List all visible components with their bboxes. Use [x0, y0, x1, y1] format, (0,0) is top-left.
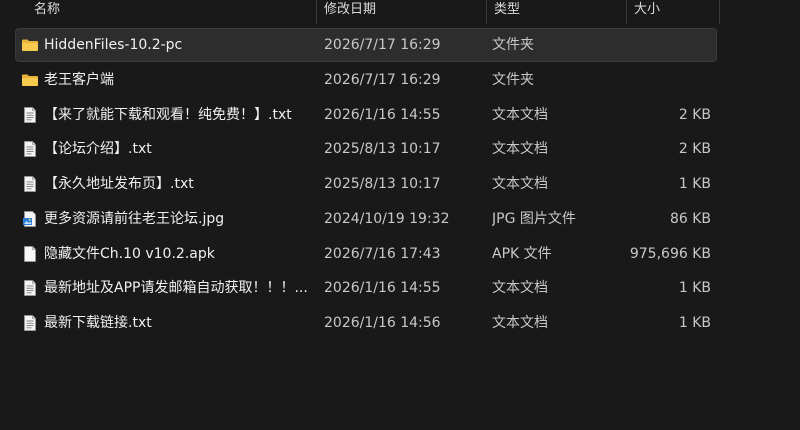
text-file-icon — [21, 176, 39, 192]
file-name: 【来了就能下载和观看！纯免费！】.txt — [44, 107, 292, 123]
file-row[interactable]: 最新地址及APP请发邮箱自动获取！！！... 2026/1/16 14:55 文本文… — [16, 272, 716, 304]
file-row[interactable]: 最新下载链接.txt 2026/1/16 14:56 文本文档 1 KB — [16, 307, 716, 339]
file-name: 【永久地址发布页】.txt — [44, 176, 194, 192]
column-divider[interactable] — [719, 0, 720, 24]
file-type: 文本文档 — [492, 176, 548, 192]
file-modified-date: 2026/7/17 16:29 — [324, 72, 441, 88]
file-name: 【论坛介绍】.txt — [44, 141, 152, 157]
folder-icon — [21, 72, 39, 88]
file-type: APK 文件 — [492, 246, 552, 262]
file-modified-date: 2026/1/16 14:56 — [324, 315, 441, 331]
folder-icon — [21, 37, 39, 53]
file-modified-date: 2024/10/19 19:32 — [324, 211, 450, 227]
file-modified-date: 2026/7/17 16:29 — [324, 37, 441, 53]
file-modified-date: 2026/1/16 14:55 — [324, 107, 441, 123]
column-header-bar: 名称 修改日期 类型 大小 — [0, 0, 800, 24]
file-row[interactable]: 【论坛介绍】.txt 2025/8/13 10:17 文本文档 2 KB — [16, 133, 716, 165]
file-name: 最新下载链接.txt — [44, 315, 152, 331]
file-name: 更多资源请前往老王论坛.jpg — [44, 211, 225, 227]
text-file-icon — [21, 141, 39, 157]
file-type: 文本文档 — [492, 315, 548, 331]
file-row[interactable]: 【来了就能下载和观看！纯免费！】.txt 2026/1/16 14:55 文本文档 2… — [16, 99, 716, 131]
text-file-icon — [21, 107, 39, 123]
file-modified-date: 2025/8/13 10:17 — [324, 141, 441, 157]
file-name: 老王客户端 — [44, 72, 114, 88]
file-type: 文本文档 — [492, 141, 548, 157]
file-name: 最新地址及APP请发邮箱自动获取！！！... — [44, 280, 308, 296]
text-file-icon — [21, 315, 39, 331]
text-file-icon — [21, 280, 39, 296]
file-size: 1 KB — [678, 280, 711, 296]
file-type: 文件夹 — [492, 72, 534, 88]
column-header-name[interactable]: 名称 — [26, 0, 316, 24]
folder-row[interactable]: HiddenFiles-10.2-pc 2026/7/17 16:29 文件夹 — [15, 28, 717, 62]
file-modified-date: 2025/8/13 10:17 — [324, 176, 441, 192]
file-size: 1 KB — [678, 315, 711, 331]
file-name: 隐藏文件Ch.10 v10.2.apk — [44, 246, 215, 262]
column-header-date[interactable]: 修改日期 — [316, 0, 486, 24]
file-type: 文本文档 — [492, 107, 548, 123]
image-file-icon — [21, 211, 39, 227]
file-size — [622, 64, 711, 96]
file-size: 975,696 KB — [629, 246, 711, 262]
file-row[interactable]: 【永久地址发布页】.txt 2025/8/13 10:17 文本文档 1 KB — [16, 168, 716, 200]
file-type: 文本文档 — [492, 280, 548, 296]
blank-file-icon — [21, 246, 39, 262]
column-header-type[interactable]: 类型 — [486, 0, 626, 24]
file-type: JPG 图片文件 — [492, 211, 576, 227]
file-explorer-window: 名称 修改日期 类型 大小 HiddenFiles-10.2-pc 2026/7/… — [0, 0, 800, 430]
file-row[interactable]: 更多资源请前往老王论坛.jpg 2024/10/19 19:32 JPG 图片文件 8… — [16, 203, 716, 235]
file-modified-date: 2026/1/16 14:55 — [324, 280, 441, 296]
file-size: 2 KB — [678, 107, 711, 123]
folder-row[interactable]: 老王客户端 2026/7/17 16:29 文件夹 — [16, 64, 716, 96]
file-size — [622, 29, 711, 61]
file-size: 2 KB — [678, 141, 711, 157]
file-name: HiddenFiles-10.2-pc — [44, 37, 183, 53]
file-modified-date: 2026/7/16 17:43 — [324, 246, 441, 262]
file-type: 文件夹 — [492, 37, 534, 53]
column-header-size[interactable]: 大小 — [626, 0, 720, 24]
file-row[interactable]: 隐藏文件Ch.10 v10.2.apk 2026/7/16 17:43 APK 文件… — [16, 238, 716, 270]
file-size: 1 KB — [678, 176, 711, 192]
file-size: 86 KB — [669, 211, 711, 227]
